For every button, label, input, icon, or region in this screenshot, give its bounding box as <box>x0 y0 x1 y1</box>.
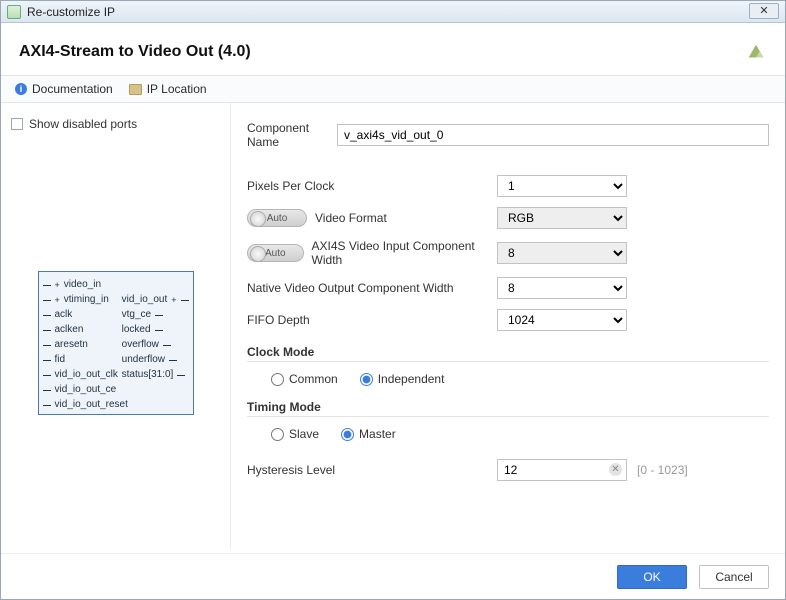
sub-toolbar: i Documentation IP Location <box>1 75 785 103</box>
timing-mode-title: Timing Mode <box>247 400 769 414</box>
divider <box>247 361 769 362</box>
ip-location-label: IP Location <box>147 82 207 96</box>
port-in: fid <box>43 353 128 367</box>
ip-ports-in: +video_in +vtiming_in aclk aclken areset… <box>43 278 128 412</box>
auto-toggle-video-format[interactable]: Auto <box>247 209 307 227</box>
close-button[interactable]: ✕ <box>749 3 779 19</box>
clear-icon[interactable]: ✕ <box>609 463 622 476</box>
port-in: vid_io_out_ce <box>43 383 128 397</box>
divider <box>247 416 769 417</box>
ip-location-link[interactable]: IP Location <box>129 82 207 96</box>
port-out: overflow <box>122 338 189 352</box>
hysteresis-input[interactable] <box>497 459 627 481</box>
axi4s-input-width-row: Auto AXI4S Video Input Component Width 8 <box>247 239 769 267</box>
right-pane: Component Name Pixels Per Clock 1 Auto V… <box>231 103 785 550</box>
ok-button[interactable]: OK <box>617 565 687 589</box>
info-icon: i <box>15 83 27 95</box>
window: Re-customize IP ✕ AXI4-Stream to Video O… <box>0 0 786 600</box>
port-out: vtg_ce <box>122 308 189 322</box>
timing-mode-group: Slave Master <box>247 427 769 441</box>
fifo-depth-row: FIFO Depth 1024 <box>247 309 769 331</box>
port-in: vid_io_out_clk <box>43 368 128 382</box>
pixels-per-clock-label: Pixels Per Clock <box>247 179 497 193</box>
timing-mode-slave-radio[interactable]: Slave <box>271 427 319 441</box>
axi4s-input-width-label: AXI4S Video Input Component Width <box>312 239 497 267</box>
body: Show disabled ports +video_in +vtiming_i… <box>1 103 785 550</box>
hysteresis-hint: [0 - 1023] <box>637 463 688 477</box>
fifo-depth-label: FIFO Depth <box>247 313 497 327</box>
axi4s-input-width-select[interactable]: 8 <box>497 242 627 264</box>
fifo-depth-select[interactable]: 1024 <box>497 309 627 331</box>
port-in: vid_io_out_reset <box>43 398 128 412</box>
close-icon: ✕ <box>759 4 768 17</box>
ip-title: AXI4-Stream to Video Out (4.0) <box>19 43 745 61</box>
folder-icon <box>129 84 142 95</box>
titlebar: Re-customize IP ✕ <box>1 1 785 23</box>
clock-mode-group: Common Independent <box>247 372 769 386</box>
pixels-per-clock-row: Pixels Per Clock 1 <box>247 175 769 197</box>
vendor-logo-icon <box>745 41 767 63</box>
video-format-select[interactable]: RGB <box>497 207 627 229</box>
port-in: +video_in <box>43 278 128 292</box>
footer: OK Cancel <box>1 553 785 599</box>
header: AXI4-Stream to Video Out (4.0) <box>1 23 785 75</box>
port-out: locked <box>122 323 189 337</box>
hysteresis-row: Hysteresis Level ✕ [0 - 1023] <box>247 459 769 481</box>
documentation-label: Documentation <box>32 82 113 96</box>
checkbox-icon <box>11 118 23 130</box>
hysteresis-label: Hysteresis Level <box>247 463 497 477</box>
native-output-width-row: Native Video Output Component Width 8 <box>247 277 769 299</box>
documentation-link[interactable]: i Documentation <box>15 82 113 96</box>
video-format-row: Auto Video Format RGB <box>247 207 769 229</box>
port-in: +vtiming_in <box>43 293 128 307</box>
component-name-input[interactable] <box>337 124 769 146</box>
port-in: aclk <box>43 308 128 322</box>
cancel-button[interactable]: Cancel <box>699 565 769 589</box>
video-format-label: Video Format <box>315 211 387 225</box>
app-icon <box>7 5 21 19</box>
ip-block-diagram: +video_in +vtiming_in aclk aclken areset… <box>38 271 194 415</box>
native-output-width-label: Native Video Output Component Width <box>247 281 497 295</box>
port-out: vid_io_out+ <box>122 293 189 307</box>
ip-ports-out: vid_io_out+ vtg_ce locked overflow under… <box>122 278 189 382</box>
show-disabled-ports-checkbox[interactable]: Show disabled ports <box>11 117 220 131</box>
native-output-width-select[interactable]: 8 <box>497 277 627 299</box>
clock-mode-independent-radio[interactable]: Independent <box>360 372 445 386</box>
left-pane: Show disabled ports +video_in +vtiming_i… <box>1 103 231 550</box>
auto-toggle-input-width[interactable]: Auto <box>247 244 304 262</box>
pixels-per-clock-select[interactable]: 1 <box>497 175 627 197</box>
clock-mode-common-radio[interactable]: Common <box>271 372 338 386</box>
show-disabled-ports-label: Show disabled ports <box>29 117 137 131</box>
component-name-row: Component Name <box>247 121 769 149</box>
component-name-label: Component Name <box>247 121 337 149</box>
port-out: underflow <box>122 353 189 367</box>
port-out: status[31:0] <box>122 368 189 382</box>
port-in: aresetn <box>43 338 128 352</box>
timing-mode-master-radio[interactable]: Master <box>341 427 396 441</box>
clock-mode-title: Clock Mode <box>247 345 769 359</box>
port-in: aclken <box>43 323 128 337</box>
window-title: Re-customize IP <box>27 5 115 19</box>
